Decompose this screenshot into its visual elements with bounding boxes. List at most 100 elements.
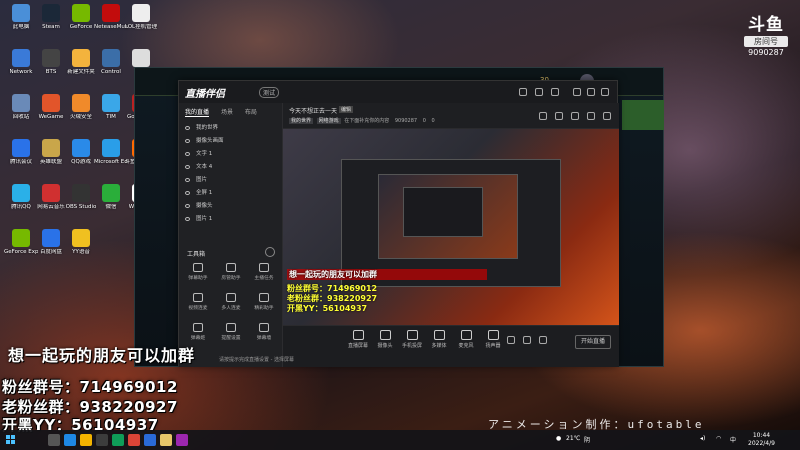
- eye-icon[interactable]: [185, 216, 190, 221]
- category2-pill[interactable]: 网络游戏: [316, 118, 341, 124]
- message-icon[interactable]: [519, 88, 527, 96]
- scene-item[interactable]: 全屏 1: [185, 188, 277, 198]
- desktop-icon[interactable]: 微信: [94, 184, 128, 211]
- network-icon[interactable]: ◠: [716, 435, 721, 442]
- skin-icon[interactable]: [551, 88, 559, 96]
- settings-icon[interactable]: [535, 88, 543, 96]
- desktop-icon[interactable]: 回收站: [4, 94, 38, 121]
- desktop-icon[interactable]: Control: [94, 49, 128, 76]
- tab-scene[interactable]: 场景: [221, 109, 233, 116]
- desktop-icon[interactable]: TIM: [94, 94, 128, 121]
- live-preview[interactable]: 想一起玩的朋友可以加群 粉丝群号：714969012 老粉丝群：93822092…: [283, 129, 619, 325]
- desktop-icon[interactable]: Steam: [34, 4, 68, 31]
- temperature[interactable]: 21℃: [566, 435, 580, 442]
- source-button[interactable]: 麦克风: [453, 330, 479, 349]
- desktop-icon[interactable]: BTS: [34, 49, 68, 76]
- source-button[interactable]: 直播屏幕: [345, 330, 371, 349]
- menu-icon[interactable]: [603, 112, 611, 120]
- app-icon: [42, 139, 60, 157]
- desktop-icon[interactable]: 网易云音乐: [34, 184, 68, 211]
- windows-start-icon[interactable]: [6, 435, 16, 445]
- close-icon[interactable]: [601, 88, 609, 96]
- eye-icon[interactable]: [185, 203, 190, 208]
- desktop-icon[interactable]: QQ游戏: [64, 139, 98, 166]
- desktop-icon[interactable]: LOL挂机管理: [124, 4, 158, 31]
- record-icon[interactable]: [507, 336, 515, 344]
- scene-item[interactable]: 摄像头画面: [185, 136, 277, 146]
- tool-button[interactable]: 房管助手: [216, 263, 246, 281]
- source-label: 麦克风: [458, 343, 474, 349]
- taskbar-app-icon[interactable]: [96, 434, 108, 446]
- tool-button[interactable]: 弹幕助手: [183, 263, 213, 281]
- visibility-icon[interactable]: [523, 336, 531, 344]
- edit-tag[interactable]: 编辑: [339, 106, 354, 113]
- douyu-icon[interactable]: [587, 112, 595, 120]
- eye-icon[interactable]: [185, 177, 190, 182]
- room-title[interactable]: 今天不想正去一天: [289, 106, 337, 115]
- eye-icon[interactable]: [185, 190, 190, 195]
- taskbar-app-icon[interactable]: [128, 434, 140, 446]
- taskbar-app-icon[interactable]: [176, 434, 188, 446]
- desktop-icon[interactable]: 火绒安全: [64, 94, 98, 121]
- desktop-icon[interactable]: 腾讯会议: [4, 139, 38, 166]
- desktop-icon[interactable]: GeForce Experience: [4, 229, 38, 256]
- desktop-icon[interactable]: YY语音: [64, 229, 98, 256]
- desktop-icon[interactable]: 英雄联盟: [34, 139, 68, 166]
- maximize-icon[interactable]: [587, 88, 595, 96]
- scene-item[interactable]: 摄像头: [185, 201, 277, 211]
- scene-item[interactable]: 我的世界: [185, 123, 277, 133]
- start-live-button[interactable]: 开始直播: [575, 335, 611, 349]
- minimize-icon[interactable]: [573, 88, 581, 96]
- tool-button[interactable]: 提醒设置: [216, 323, 246, 341]
- desktop-icon[interactable]: 此电脑: [4, 4, 38, 31]
- source-button[interactable]: 摄像头: [372, 330, 398, 349]
- desktop-icon[interactable]: 百度网盘: [34, 229, 68, 256]
- source-button[interactable]: 多媒体: [426, 330, 452, 349]
- eye-icon[interactable]: [185, 164, 190, 169]
- tool-button[interactable]: 弹幕墙: [249, 323, 279, 341]
- taskbar-app-icon[interactable]: [80, 434, 92, 446]
- desktop-icon[interactable]: 新建文件夹: [64, 49, 98, 76]
- tab-my-live[interactable]: 我的直播: [185, 109, 210, 117]
- eye-icon[interactable]: [185, 138, 190, 143]
- desktop-icon[interactable]: Microsoft Edge: [94, 139, 128, 166]
- weather-text[interactable]: 阴: [584, 435, 590, 444]
- tools-more-icon[interactable]: [265, 247, 275, 257]
- desktop-icon[interactable]: Network: [4, 49, 38, 76]
- source-button[interactable]: 扬声器: [480, 330, 506, 349]
- desktop-icon[interactable]: GeForce: [64, 4, 98, 31]
- scene-item[interactable]: 图片 1: [185, 214, 277, 224]
- taskbar-app-icon[interactable]: [160, 434, 172, 446]
- input-language[interactable]: 中: [730, 435, 736, 444]
- weather-icon[interactable]: ●: [556, 435, 561, 442]
- taskbar-app-icon[interactable]: [64, 434, 76, 446]
- scene-item[interactable]: 文字 1: [185, 149, 277, 159]
- system-clock[interactable]: 10:44 2022/4/9: [748, 432, 775, 448]
- desktop-icon[interactable]: OBS Studio: [64, 184, 98, 211]
- scene-item[interactable]: 图片: [185, 175, 277, 185]
- volume-icon[interactable]: ◂): [700, 435, 705, 442]
- desktop-icon-label: GeForce Experience: [4, 249, 38, 255]
- gear-icon[interactable]: [539, 336, 547, 344]
- taskbar-app-icon[interactable]: [144, 434, 156, 446]
- tool-button[interactable]: 弹幕姬: [183, 323, 213, 341]
- share-icon[interactable]: [539, 112, 547, 120]
- scene-item[interactable]: 文本 4: [185, 162, 277, 172]
- clock-date: 2022/4/9: [748, 440, 775, 447]
- eye-icon[interactable]: [185, 151, 190, 156]
- tool-button[interactable]: 多人连麦: [216, 293, 246, 311]
- desktop-icon[interactable]: NeteaseMusic: [94, 4, 128, 31]
- tool-button[interactable]: 主播任务: [249, 263, 279, 281]
- source-button[interactable]: 手机投屏: [399, 330, 425, 349]
- tool-button[interactable]: 视频连麦: [183, 293, 213, 311]
- desktop-icon[interactable]: WeGame: [34, 94, 68, 121]
- eye-icon[interactable]: [185, 125, 190, 130]
- gift-icon[interactable]: [555, 112, 563, 120]
- tool-button[interactable]: 精彩助手: [249, 293, 279, 311]
- taskbar-app-icon[interactable]: [112, 434, 124, 446]
- tab-layout[interactable]: 布局: [245, 109, 257, 116]
- taskbar-app-icon[interactable]: [48, 434, 60, 446]
- chat-icon[interactable]: [571, 112, 579, 120]
- category-pill[interactable]: 我的世界: [289, 118, 314, 124]
- desktop-icon[interactable]: 腾讯QQ: [4, 184, 38, 211]
